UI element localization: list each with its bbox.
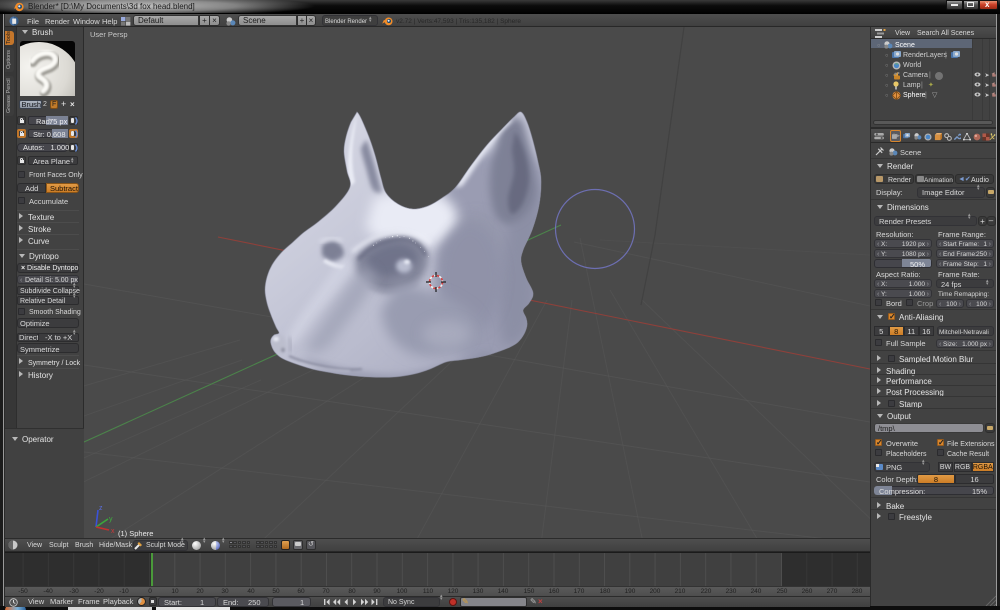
svg-text:x: x xyxy=(111,528,115,535)
svg-text:y: y xyxy=(109,516,113,523)
svg-text:z: z xyxy=(99,505,103,512)
